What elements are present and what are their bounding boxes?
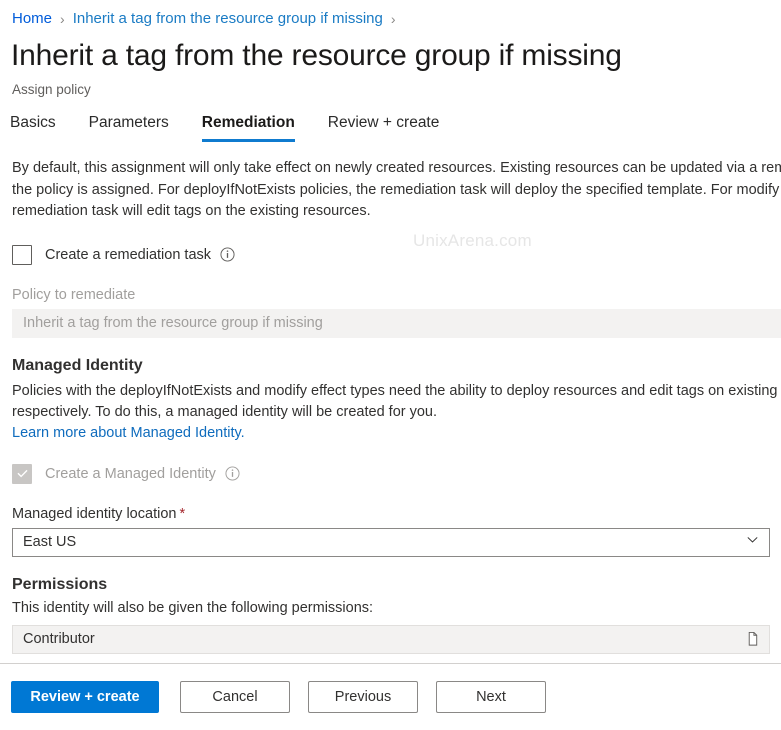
managed-identity-location-select[interactable]: East US bbox=[12, 527, 770, 557]
cancel-button[interactable]: Cancel bbox=[180, 681, 290, 713]
remediation-intro-text: By default, this assignment will only ta… bbox=[12, 160, 781, 219]
remediation-panel: By default, this assignment will only ta… bbox=[0, 158, 781, 654]
page-title: Inherit a tag from the resource group if… bbox=[11, 39, 622, 72]
info-icon-managed-identity[interactable] bbox=[225, 466, 240, 481]
managed-identity-heading: Managed Identity bbox=[12, 356, 143, 374]
info-icon[interactable] bbox=[220, 247, 235, 262]
create-managed-identity-label: Create a Managed Identity bbox=[45, 465, 216, 482]
permission-role-value: Contributor bbox=[23, 631, 95, 647]
permissions-description: This identity will also be given the fol… bbox=[12, 599, 374, 616]
breadcrumb: Home › Inherit a tag from the resource g… bbox=[12, 10, 404, 27]
permissions-heading: Permissions bbox=[12, 575, 108, 593]
tab-basics[interactable]: Basics bbox=[10, 110, 56, 142]
learn-more-managed-identity-link[interactable]: Learn more about Managed Identity. bbox=[12, 425, 245, 441]
managed-identity-location-label-text: Managed identity location bbox=[12, 505, 177, 522]
wizard-footer: Review + create Cancel Previous Next bbox=[0, 664, 781, 730]
next-button[interactable]: Next bbox=[436, 681, 546, 713]
review-create-button[interactable]: Review + create bbox=[11, 681, 159, 713]
create-remediation-task-checkbox[interactable] bbox=[12, 244, 32, 265]
policy-to-remediate-field: Inherit a tag from the resource group if… bbox=[12, 308, 781, 338]
create-remediation-task-row: Create a remediation task bbox=[12, 244, 781, 265]
breadcrumb-current-link[interactable]: Inherit a tag from the resource group if… bbox=[73, 10, 383, 27]
create-managed-identity-checkbox bbox=[12, 463, 32, 484]
wizard-tabs: Basics Parameters Remediation Review + c… bbox=[10, 110, 472, 142]
breadcrumb-separator-icon-2: › bbox=[390, 10, 396, 27]
previous-button[interactable]: Previous bbox=[308, 681, 418, 713]
managed-identity-location-label: Managed identity location * bbox=[12, 506, 781, 522]
managed-identity-description: Policies with the deployIfNotExists and … bbox=[12, 382, 778, 421]
copy-icon[interactable] bbox=[745, 631, 760, 647]
tab-review-create[interactable]: Review + create bbox=[328, 110, 440, 142]
chevron-down-icon bbox=[745, 532, 760, 552]
create-remediation-task-label: Create a remediation task bbox=[45, 246, 212, 263]
page-subtitle: Assign policy bbox=[12, 82, 91, 97]
required-marker: * bbox=[179, 505, 186, 522]
assign-policy-page: Home › Inherit a tag from the resource g… bbox=[0, 0, 781, 730]
permission-role-field: Contributor bbox=[12, 624, 770, 654]
managed-identity-location-value: East US bbox=[23, 534, 77, 550]
tab-parameters[interactable]: Parameters bbox=[89, 110, 169, 142]
policy-to-remediate-value: Inherit a tag from the resource group if… bbox=[23, 315, 323, 331]
policy-to-remediate-label: Policy to remediate bbox=[12, 286, 136, 303]
tab-remediation[interactable]: Remediation bbox=[201, 110, 295, 142]
create-managed-identity-row: Create a Managed Identity bbox=[12, 463, 781, 484]
breadcrumb-separator-icon: › bbox=[60, 10, 65, 27]
breadcrumb-home-link[interactable]: Home bbox=[12, 10, 52, 27]
